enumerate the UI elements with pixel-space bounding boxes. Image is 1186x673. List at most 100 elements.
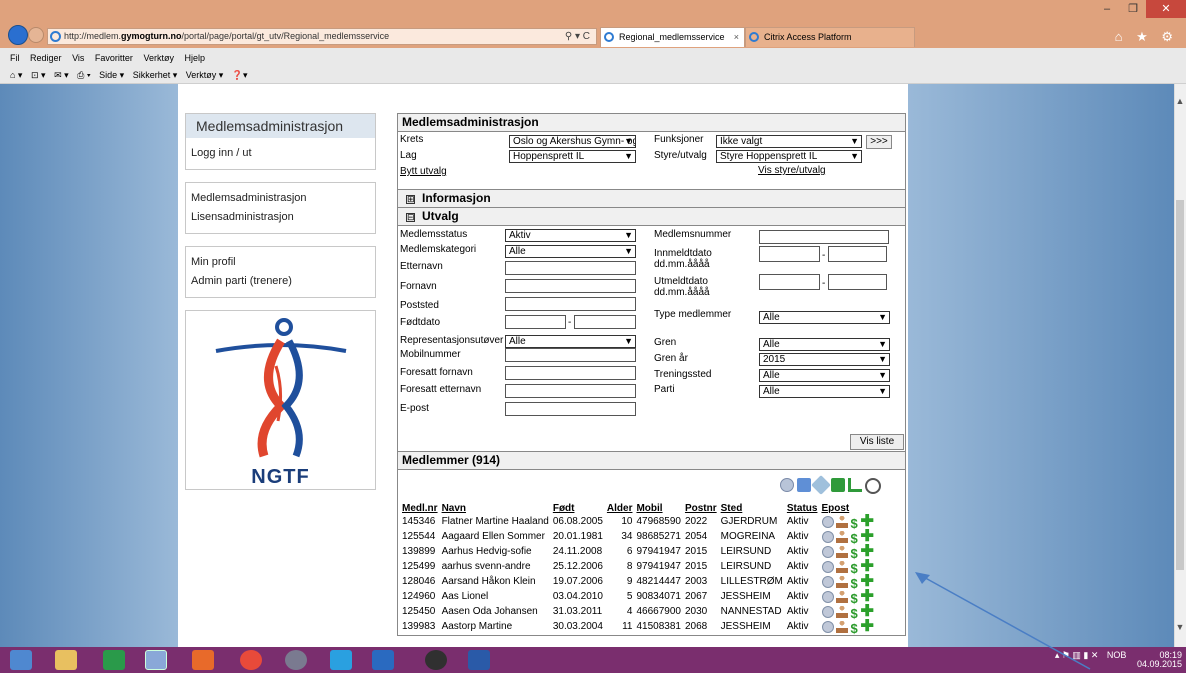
etternavn-input[interactable] [505,261,636,275]
tab-citrix[interactable]: Citrix Access Platform [745,27,915,47]
menu-rediger[interactable]: Rediger [30,53,62,63]
vis-liste-button[interactable]: Vis liste [850,434,904,450]
dollar-icon[interactable]: $ [850,561,858,576]
skype-icon[interactable] [330,650,352,670]
menu-fil[interactable]: Fil [10,53,20,63]
dollar-icon[interactable]: $ [850,531,858,546]
mail-command[interactable]: ✉ ▾ [54,70,69,80]
dollar-icon[interactable]: $ [850,516,858,531]
fodtdato-from-input[interactable] [505,315,566,329]
fodtdato-to-input[interactable] [574,315,636,329]
person-icon[interactable] [836,620,849,633]
person-icon[interactable] [836,575,849,588]
plus-icon[interactable]: ✚ [860,558,873,574]
info-icon[interactable] [822,575,835,588]
cell-navn[interactable]: Aastorp Martine [440,619,551,634]
medlemsstatus-select[interactable]: Aktiv ▼ [505,229,636,242]
dollar-icon[interactable]: $ [850,591,858,606]
foresatt-etternavn-input[interactable] [505,384,636,398]
home-favorites-tools-icons[interactable]: ⌂ ★ ⚙ [1115,29,1178,45]
innmeldt-from-input[interactable] [759,246,820,262]
epost-input[interactable] [505,402,636,416]
app-icon-grey[interactable] [285,650,307,670]
styre-select[interactable]: Styre Hoppensprett IL ▼ [716,150,862,163]
plus-icon[interactable]: ✚ [860,618,873,634]
medlemskategori-select[interactable]: Alle ▼ [505,245,636,258]
informasjon-section-header[interactable]: ⊞ Informasjon [398,190,905,208]
col-sted[interactable]: Sted [719,502,785,514]
table-row[interactable]: 124960 Aas Lionel 03.04.2010 5 90834071 2067 J… [400,588,875,606]
store-icon[interactable] [103,650,125,670]
funksjoner-select[interactable]: Ikke valgt ▼ [716,135,862,148]
parti-select[interactable]: Alle ▼ [759,385,890,398]
excel-icon[interactable] [831,478,845,492]
chrome-icon[interactable] [240,650,262,670]
col-mobil[interactable]: Mobil [634,502,683,514]
info-icon[interactable] [822,620,835,633]
cell-navn[interactable]: Aagaard Ellen Sommer [440,529,551,544]
table-row[interactable]: 139983 Aastorp Martine 30.03.2004 11 4150838… [400,618,875,635]
tools-command[interactable]: Verktøy ▾ [186,70,224,80]
close-button[interactable]: ✕ [1146,0,1186,18]
person-icon[interactable] [836,560,849,573]
info-icon[interactable] [822,515,835,528]
type-select[interactable]: Alle ▼ [759,311,890,324]
cell-navn[interactable]: Aasen Oda Johansen [440,604,551,619]
go-button[interactable]: >>> [866,135,892,149]
cell-navn[interactable]: aarhus svenn-andre [440,559,551,574]
col-status[interactable]: Status [785,502,820,514]
info-icon[interactable] [822,530,835,543]
medlemsnummer-input[interactable] [759,230,889,244]
table-row[interactable]: 139899 Aarhus Hedvig-sofie 24.11.2008 6 9794… [400,543,875,561]
person-icon[interactable] [836,545,849,558]
innmeldt-to-input[interactable] [828,246,887,262]
safety-command[interactable]: Sikkerhet ▾ [133,70,178,80]
table-row[interactable]: 125450 Aasen Oda Johansen 31.03.2011 4 46667… [400,603,875,621]
krets-select[interactable]: Oslo og Akershus Gymn- og ▼ [509,135,636,148]
search-refresh-controls[interactable]: ⚲ ▾ C [565,29,590,44]
fornavn-input[interactable] [505,279,636,293]
utmeldt-from-input[interactable] [759,274,820,290]
home-command[interactable]: ⌂ ▾ [10,70,22,80]
treningssted-select[interactable]: Alle ▼ [759,369,890,382]
explorer-icon[interactable] [55,650,77,670]
forward-button[interactable] [28,27,44,43]
gren-ar-select[interactable]: 2015 ▼ [759,353,890,366]
dollar-icon[interactable]: $ [850,546,858,561]
person-icon[interactable] [836,530,849,543]
tab-regional-medlemsservice[interactable]: Regional_medlemsservice × [600,27,745,47]
info-icon[interactable] [822,590,835,603]
scroll-down-icon[interactable]: ▼ [1175,622,1185,634]
clock[interactable]: 08:19 04.09.2015 [1137,651,1182,669]
col-navn[interactable]: Navn [440,502,551,514]
restore-button[interactable]: ❐ [1120,0,1146,18]
mobilnummer-input[interactable] [505,348,636,362]
person-icon[interactable] [836,590,849,603]
page-command[interactable]: Side ▾ [99,70,124,80]
sidebar-item-lisensadministrasjon[interactable]: Lisensadministrasjon [191,208,370,227]
plus-icon[interactable]: ✚ [860,543,873,559]
word-icon[interactable] [468,650,490,670]
plus-icon[interactable]: ✚ [860,573,873,589]
table-row[interactable]: 145346 Flatner Martine Haaland 06.08.2005 1… [400,513,875,531]
sms-icon[interactable] [811,475,831,495]
bytt-utvalg-link[interactable]: Bytt utvalg [400,166,447,177]
plus-icon[interactable]: ✚ [860,603,873,619]
gren-select[interactable]: Alle ▼ [759,338,890,351]
menu-favoritter[interactable]: Favoritter [95,53,133,63]
cell-navn[interactable]: Flatner Martine Haaland [440,514,551,529]
tray-icons[interactable]: ▴ ⚑ ▥ ▮ ✕ [1055,650,1099,660]
address-bar[interactable]: http://medlem.gymogturn.no/portal/page/p… [47,28,597,45]
sidebar-item-admin-parti[interactable]: Admin parti (trenere) [191,272,370,291]
help-command[interactable]: ❓▾ [232,70,248,80]
language-indicator[interactable]: NOB [1107,650,1127,660]
table-row[interactable]: 128046 Aarsand Håkon Klein 19.07.2006 9 4821… [400,573,875,591]
info-icon[interactable] [822,545,835,558]
poststed-input[interactable] [505,297,636,311]
scroll-up-icon[interactable]: ▲ [1175,96,1185,108]
col-medlnr[interactable]: Medl.nr [400,502,440,514]
cell-navn[interactable]: Aarhus Hedvig-sofie [440,544,551,559]
menu-verktoy[interactable]: Verktøy [143,53,174,63]
collapse-icon[interactable]: ⊟ [406,213,415,222]
menu-vis[interactable]: Vis [72,53,84,63]
